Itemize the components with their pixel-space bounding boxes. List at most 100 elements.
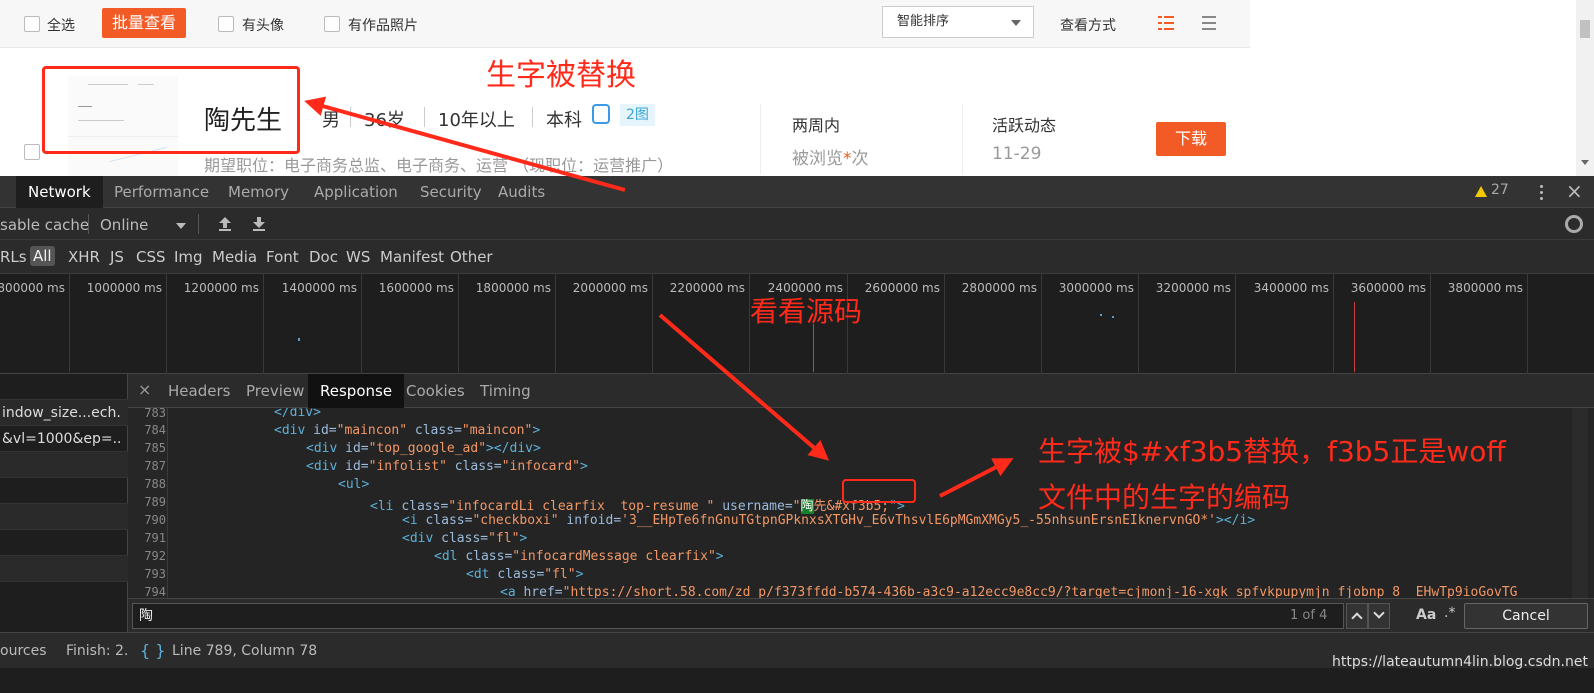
line-number: 794 bbox=[144, 585, 166, 598]
close-icon[interactable]: × bbox=[138, 380, 151, 399]
tab-memory[interactable]: Memory bbox=[216, 176, 301, 208]
column-divider bbox=[962, 104, 963, 174]
timeline-tick-label: 800000 ms bbox=[0, 281, 65, 295]
has-avatar-checkbox[interactable] bbox=[218, 16, 234, 32]
code-line: <div id="top_google_ad"></div> bbox=[306, 441, 541, 456]
warning-count[interactable]: 27 bbox=[1491, 182, 1509, 198]
filter-other[interactable]: Other bbox=[450, 248, 493, 266]
cursor-position: Line 789, Column 78 bbox=[172, 643, 318, 659]
filter-manifest[interactable]: Manifest bbox=[380, 248, 444, 266]
request-row[interactable] bbox=[0, 374, 128, 400]
request-mark bbox=[1354, 302, 1355, 372]
request-row[interactable] bbox=[0, 530, 128, 556]
timeline-gridline bbox=[1333, 274, 1334, 374]
request-mark bbox=[1100, 314, 1102, 316]
annotation-detail-line2: 文件中的生字的编码 bbox=[1038, 481, 1291, 514]
timeline-gridline bbox=[1235, 274, 1236, 374]
export-har-icon[interactable] bbox=[252, 216, 266, 232]
previous-match-button[interactable] bbox=[1346, 603, 1368, 629]
filter-ws[interactable]: WS bbox=[346, 248, 370, 266]
annotation-replaced: 生字被替换 bbox=[486, 58, 636, 93]
timeline-gridline bbox=[166, 274, 167, 374]
warning-icon[interactable] bbox=[1475, 186, 1487, 197]
search-input[interactable]: 陶 bbox=[132, 603, 1344, 629]
timeline-tick-label: 2800000 ms bbox=[961, 281, 1037, 295]
scroll-down-icon[interactable] bbox=[1581, 160, 1589, 165]
line-number: 790 bbox=[144, 513, 166, 527]
code-scrollbar[interactable] bbox=[1572, 408, 1588, 598]
request-row[interactable] bbox=[0, 504, 128, 530]
regex-toggle[interactable]: .* bbox=[1444, 605, 1455, 621]
tab-cookies[interactable]: Cookies bbox=[394, 374, 477, 408]
close-devtools-icon[interactable]: × bbox=[1566, 179, 1583, 203]
more-options-icon[interactable] bbox=[1540, 185, 1544, 201]
request-row[interactable] bbox=[0, 556, 128, 582]
filter-font[interactable]: Font bbox=[266, 248, 299, 266]
code-line: <a href="https://short.58.com/zd_p/f373f… bbox=[500, 585, 1518, 598]
candidate-experience: 10年以上 bbox=[438, 110, 515, 131]
cancel-search-button[interactable]: Cancel bbox=[1464, 603, 1588, 629]
code-line: <dt class="fl"> bbox=[466, 567, 584, 582]
image-count-badge[interactable]: 2图 bbox=[620, 104, 655, 126]
page-scrollbar[interactable] bbox=[1576, 0, 1594, 176]
chevron-down-icon[interactable] bbox=[176, 223, 186, 229]
timeline-gridline bbox=[1138, 274, 1139, 374]
timeline-gridline bbox=[652, 274, 653, 374]
pretty-print-icon[interactable]: { } bbox=[140, 641, 165, 660]
tab-security[interactable]: Security bbox=[408, 176, 494, 208]
select-all-checkbox[interactable] bbox=[24, 16, 40, 32]
tab-network[interactable]: Network bbox=[16, 176, 103, 208]
filter-urls[interactable]: RLs bbox=[0, 248, 27, 266]
request-row[interactable] bbox=[0, 478, 128, 504]
list-toolbar: 全选 批量查看 有头像 有作品照片 智能排序 查看方式 bbox=[0, 0, 1250, 48]
tab-performance[interactable]: Performance bbox=[102, 176, 221, 208]
menu-view-icon[interactable] bbox=[1202, 16, 1216, 30]
sort-select[interactable]: 智能排序 bbox=[882, 6, 1034, 38]
line-number: 785 bbox=[144, 441, 166, 455]
request-mark bbox=[813, 324, 814, 372]
throttle-select[interactable]: Online bbox=[100, 216, 148, 234]
filter-xhr[interactable]: XHR bbox=[68, 248, 100, 266]
next-match-button[interactable] bbox=[1368, 603, 1390, 629]
request-row[interactable]: &vl=1000&ep=.. bbox=[0, 426, 128, 452]
network-toolbar: sable cache Online bbox=[0, 208, 1594, 240]
disable-cache-label[interactable]: sable cache bbox=[0, 216, 89, 234]
filter-media[interactable]: Media bbox=[212, 248, 257, 266]
tab-timing[interactable]: Timing bbox=[468, 374, 543, 408]
tab-application[interactable]: Application bbox=[302, 176, 410, 208]
line-number: 791 bbox=[144, 531, 166, 545]
filter-js[interactable]: JS bbox=[110, 248, 124, 266]
annotation-box-name bbox=[42, 66, 300, 154]
timeline-tick-label: 2600000 ms bbox=[864, 281, 940, 295]
tab-audits[interactable]: Audits bbox=[486, 176, 557, 208]
batch-view-button[interactable]: 批量查看 bbox=[102, 8, 186, 38]
filter-css[interactable]: CSS bbox=[136, 248, 166, 266]
timeline-gridline bbox=[69, 274, 70, 374]
search-bar: 陶 1 of 4 Aa .* Cancel bbox=[128, 598, 1594, 632]
has-work-photos-checkbox[interactable] bbox=[324, 16, 340, 32]
timeline-gridline bbox=[1430, 274, 1431, 374]
match-case-toggle[interactable]: Aa bbox=[1416, 607, 1436, 623]
filter-doc[interactable]: Doc bbox=[309, 248, 338, 266]
timeline-tick-label: 1200000 ms bbox=[183, 281, 259, 295]
expected-position: 期望职位：电子商务总监、电子商务、运营 （现职位：运营推广） bbox=[204, 156, 674, 175]
import-har-icon[interactable] bbox=[218, 216, 232, 232]
detail-tabbar: × Headers Preview Response Cookies Timin… bbox=[128, 374, 1594, 408]
download-button[interactable]: 下载 bbox=[1156, 122, 1226, 156]
filter-img[interactable]: Img bbox=[174, 248, 203, 266]
resume-checkbox[interactable] bbox=[24, 144, 40, 160]
timeline-gridline bbox=[555, 274, 556, 374]
request-row[interactable]: indow_size...ech. bbox=[0, 400, 128, 426]
has-avatar-label: 有头像 bbox=[242, 18, 284, 34]
request-mark bbox=[1112, 316, 1114, 318]
line-gutter: 783 784 785 787 788 789 790 791 792 793 … bbox=[128, 408, 168, 598]
list-view-icon[interactable] bbox=[1158, 16, 1174, 30]
filter-all[interactable]: All bbox=[30, 246, 55, 266]
tab-headers[interactable]: Headers bbox=[156, 374, 242, 408]
annotation-detail-line1: 生字被$#xf3b5替换，f3b5正是woff bbox=[1038, 435, 1506, 468]
settings-gear-icon[interactable] bbox=[1565, 215, 1583, 233]
verified-icon bbox=[592, 104, 610, 124]
request-row[interactable] bbox=[0, 452, 128, 478]
tab-preview[interactable]: Preview bbox=[234, 374, 316, 408]
tab-response[interactable]: Response bbox=[308, 374, 405, 408]
